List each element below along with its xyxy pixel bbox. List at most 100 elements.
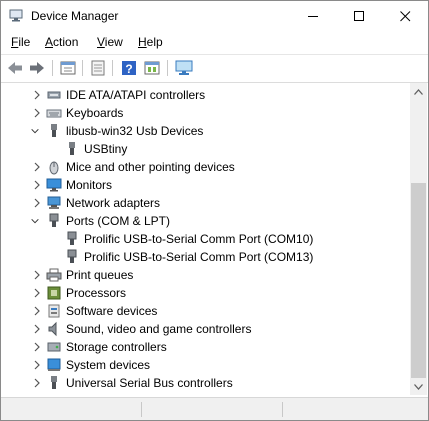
tree-item-monitors[interactable]: Monitors	[1, 176, 401, 194]
status-divider	[141, 402, 142, 417]
chevron-right-icon[interactable]	[32, 89, 42, 101]
tree-item-usbtiny[interactable]: USBtiny	[1, 140, 401, 158]
storage-controller-icon	[47, 342, 61, 352]
chevron-right-icon[interactable]	[32, 287, 42, 299]
tree-item-label: Storage controllers	[66, 340, 167, 354]
title-bar[interactable]: Device Manager	[1, 1, 428, 32]
close-button[interactable]	[382, 1, 428, 32]
ide-controller-icon	[47, 91, 61, 99]
tree-item-label: Processors	[66, 286, 127, 300]
tree-item-label: Ports (COM & LPT)	[66, 214, 171, 228]
tree-item-label: Print queues	[66, 268, 134, 282]
mouse-icon	[49, 161, 59, 175]
tree-item-label: System devices	[66, 358, 151, 372]
tree-item-print-queues[interactable]: Print queues	[1, 266, 401, 284]
port-icon	[67, 249, 77, 263]
toolbar-separator	[167, 60, 168, 76]
chevron-down-icon[interactable]	[30, 125, 40, 137]
tree-item-storage-controllers[interactable]: Storage controllers	[1, 338, 401, 356]
chevron-right-icon[interactable]	[32, 197, 42, 209]
tree-item-prolific-com10[interactable]: Prolific USB-to-Serial Comm Port (COM10)	[1, 230, 401, 248]
menu-help[interactable]: Help	[138, 35, 163, 49]
menu-view[interactable]: View	[97, 35, 123, 49]
toolbar-separator	[112, 60, 113, 76]
properties-icon[interactable]	[59, 59, 77, 77]
chevron-right-icon[interactable]	[32, 107, 42, 119]
usb-plug-icon	[51, 124, 57, 137]
svg-text:?: ?	[125, 62, 132, 76]
chevron-right-icon[interactable]	[32, 305, 42, 317]
tree-item-label: Prolific USB-to-Serial Comm Port (COM10)	[84, 232, 314, 246]
chevron-down-icon[interactable]	[30, 215, 40, 227]
scroll-down-button[interactable]	[410, 378, 427, 395]
close-icon	[399, 11, 410, 22]
tree-item-label: Network adapters	[66, 196, 161, 210]
tree-item-label: Software devices	[66, 304, 158, 318]
chevron-right-icon[interactable]	[32, 179, 42, 191]
tree-item-system-devices[interactable]: System devices	[1, 356, 401, 374]
toolbar: ?	[1, 54, 428, 83]
tree-item-label: Mice and other pointing devices	[66, 160, 235, 174]
tree-item-label: IDE ATA/ATAPI controllers	[66, 88, 206, 102]
tree-item-label: Sound, video and game controllers	[66, 322, 252, 336]
forward-icon[interactable]	[28, 59, 46, 77]
tree-item-ide-controllers[interactable]: IDE ATA/ATAPI controllers	[1, 86, 401, 104]
tree-item-label: Prolific USB-to-Serial Comm Port (COM13)	[84, 250, 314, 264]
tree-item-label: USBtiny	[84, 142, 128, 156]
chevron-up-icon	[414, 88, 423, 95]
scroll-up-button[interactable]	[410, 83, 427, 100]
back-icon[interactable]	[6, 59, 24, 77]
system-device-icon	[47, 358, 61, 371]
device-tree[interactable]: IDE ATA/ATAPI controllers Keyboards libu…	[1, 83, 410, 395]
tree-item-libusb-devices[interactable]: libusb-win32 Usb Devices	[1, 122, 401, 140]
minimize-button[interactable]	[290, 1, 336, 32]
network-adapter-icon	[47, 196, 61, 209]
processor-icon	[47, 286, 61, 300]
tree-item-label: Monitors	[66, 178, 113, 192]
menu-action[interactable]: Action	[45, 35, 78, 49]
tree-item-mice[interactable]: Mice and other pointing devices	[1, 158, 401, 176]
speaker-icon	[48, 321, 57, 337]
software-device-icon	[48, 304, 60, 318]
tree-item-sound-video-game[interactable]: Sound, video and game controllers	[1, 320, 401, 338]
chevron-right-icon[interactable]	[32, 323, 42, 335]
status-bar	[1, 397, 428, 420]
update-driver-icon[interactable]	[89, 59, 107, 77]
tree-item-keyboards[interactable]: Keyboards	[1, 104, 401, 122]
port-icon	[49, 213, 59, 227]
menu-file[interactable]: File	[11, 35, 30, 49]
tree-item-software-devices[interactable]: Software devices	[1, 302, 401, 320]
tree-item-label: libusb-win32 Usb Devices	[66, 124, 204, 138]
tree-item-ports[interactable]: Ports (COM & LPT)	[1, 212, 401, 230]
keyboard-icon	[46, 109, 62, 118]
tree-item-processors[interactable]: Processors	[1, 284, 401, 302]
scrollbar-thumb[interactable]	[411, 183, 426, 378]
usb-controller-icon	[51, 376, 57, 389]
device-manager-icon	[9, 9, 23, 22]
help-icon[interactable]: ?	[120, 59, 138, 77]
status-divider	[282, 402, 283, 417]
tree-item-usb-controllers[interactable]: Universal Serial Bus controllers	[1, 374, 401, 392]
chevron-right-icon[interactable]	[32, 269, 42, 281]
tree-item-prolific-com13[interactable]: Prolific USB-to-Serial Comm Port (COM13)	[1, 248, 401, 266]
chevron-right-icon[interactable]	[32, 341, 42, 353]
chevron-right-icon[interactable]	[32, 359, 42, 371]
show-hidden-icon[interactable]	[143, 59, 161, 77]
chevron-right-icon[interactable]	[32, 161, 42, 173]
tree-item-network-adapters[interactable]: Network adapters	[1, 194, 401, 212]
vertical-scrollbar[interactable]	[410, 83, 427, 395]
tree-item-label: Keyboards	[66, 106, 124, 120]
toolbar-separator	[52, 60, 53, 76]
minimize-icon	[307, 16, 318, 17]
port-icon	[67, 231, 77, 245]
chevron-down-icon	[414, 383, 423, 390]
monitor-icon	[46, 178, 62, 192]
maximize-button[interactable]	[336, 1, 382, 32]
usb-plug-icon	[69, 142, 75, 155]
toolbar-separator	[82, 60, 83, 76]
maximize-icon	[353, 11, 364, 21]
chevron-right-icon[interactable]	[32, 377, 42, 389]
window-title: Device Manager	[31, 9, 119, 23]
scan-hardware-icon[interactable]	[175, 59, 193, 77]
device-manager-window: Device Manager File Action View Help ? I…	[0, 0, 429, 421]
